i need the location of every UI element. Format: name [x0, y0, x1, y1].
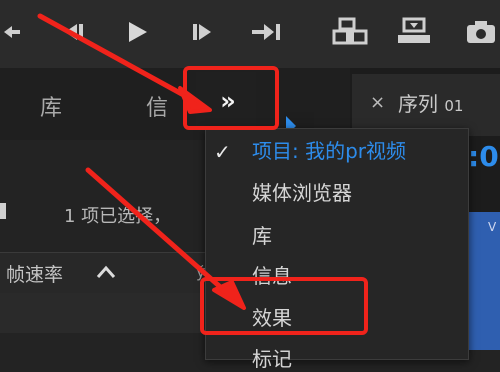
- timecode-display: :00: [468, 140, 500, 173]
- selection-status: 1 项已选择，: [64, 206, 172, 227]
- step-back-icon[interactable]: [0, 14, 24, 50]
- tab-library[interactable]: 库: [40, 90, 62, 122]
- previous-frame-icon[interactable]: [58, 14, 88, 50]
- column-header-frame-rate[interactable]: 帧速率: [6, 260, 63, 287]
- highlight-box-effects: [200, 277, 368, 335]
- go-to-out-icon[interactable]: [250, 14, 284, 50]
- camera-icon[interactable]: [462, 14, 500, 50]
- menu-item-project[interactable]: 项目: 我的pr视频: [252, 135, 406, 164]
- transport-toolbar: [0, 0, 500, 68]
- selection-indicator: [0, 203, 6, 219]
- overwrite-icon[interactable]: [394, 14, 434, 50]
- tab-info[interactable]: 信: [146, 90, 168, 122]
- play-icon[interactable]: [122, 14, 152, 50]
- sequence-tab-label: 序列 01: [398, 88, 463, 117]
- next-frame-icon[interactable]: [188, 14, 218, 50]
- sequence-tab-number: 01: [444, 97, 464, 115]
- menu-item-library[interactable]: 库: [252, 220, 272, 249]
- menu-item-media-browser[interactable]: 媒体浏览器: [252, 177, 352, 206]
- sort-ascending-icon[interactable]: [96, 264, 116, 283]
- highlight-box-overflow: [183, 66, 279, 130]
- sequence-tab-title: 序列: [398, 92, 438, 116]
- list-item[interactable]: [0, 293, 215, 333]
- close-icon[interactable]: ×: [370, 92, 385, 113]
- insert-icon[interactable]: [330, 14, 370, 50]
- checkmark-icon: ✓: [214, 140, 231, 164]
- menu-item-markers[interactable]: 标记: [252, 343, 292, 372]
- video-track-label: V: [488, 220, 497, 234]
